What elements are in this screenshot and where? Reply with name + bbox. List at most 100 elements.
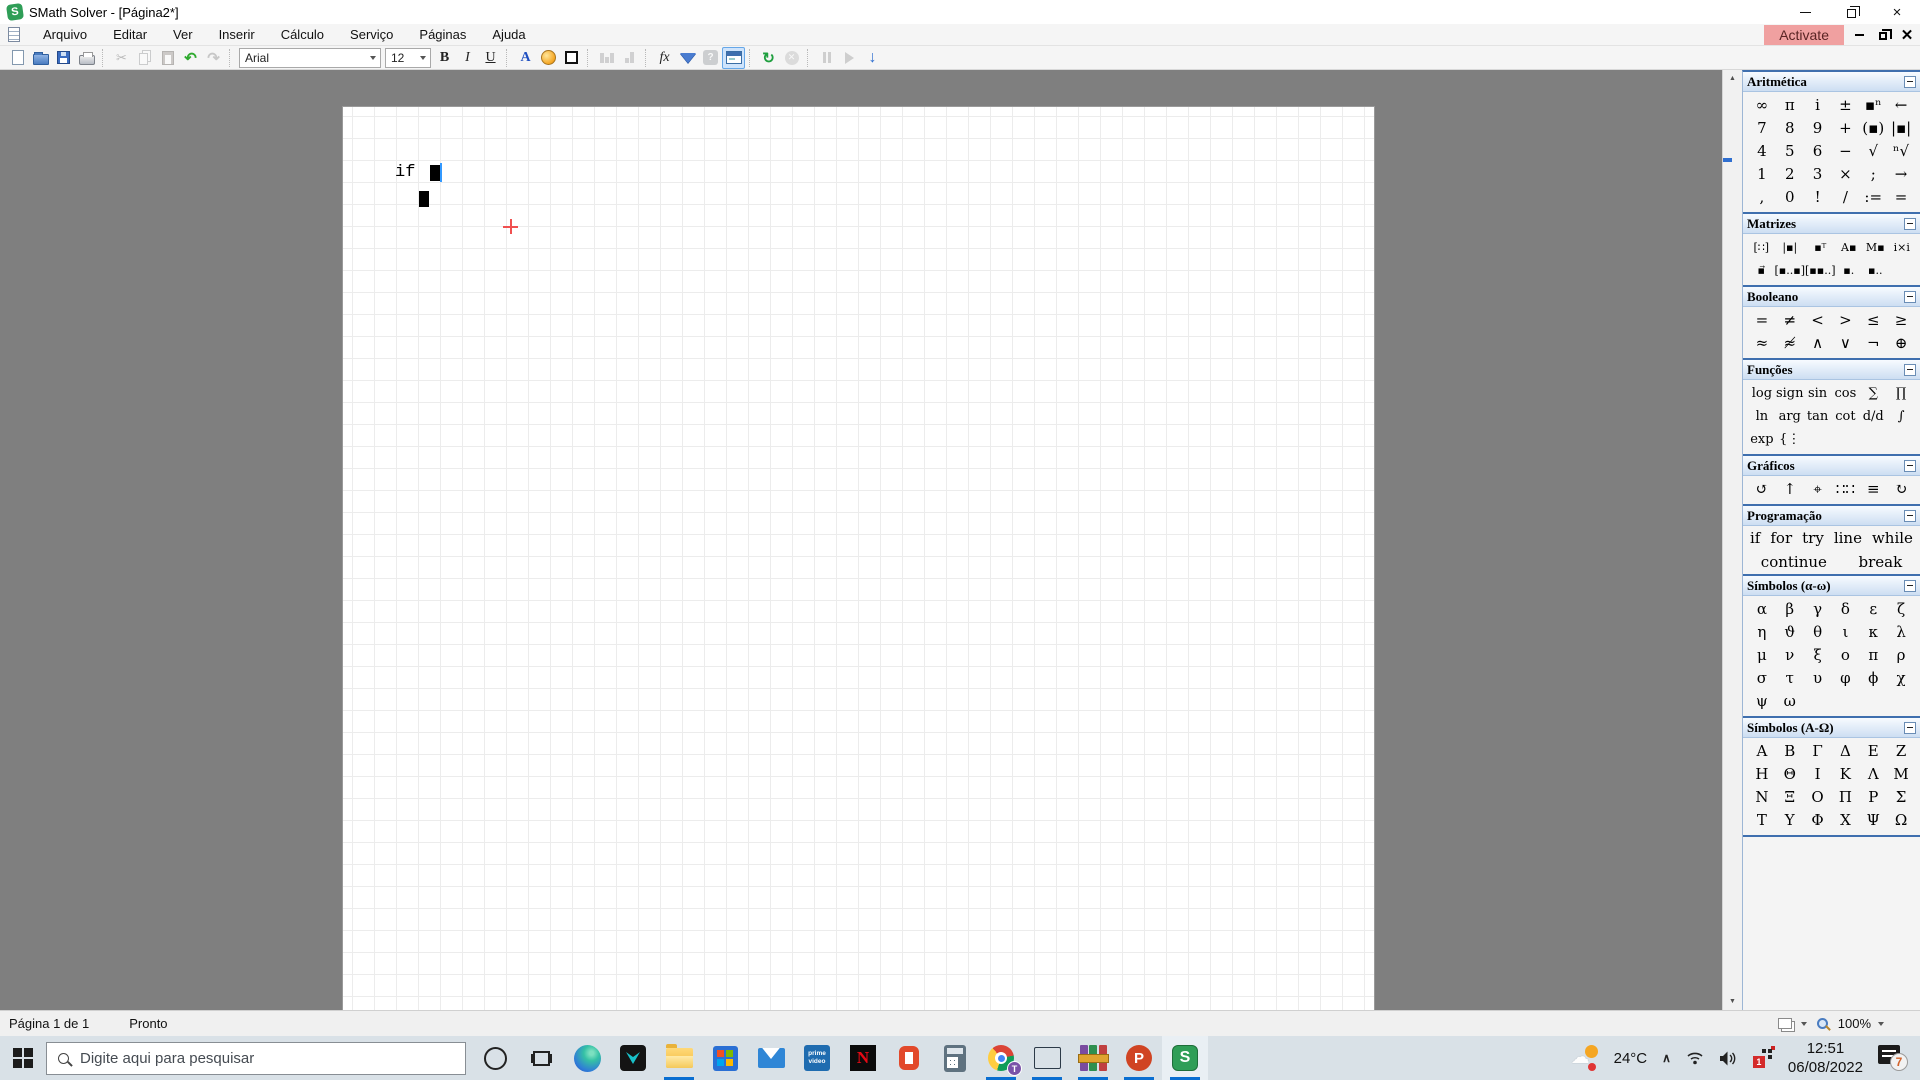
mdi-close-icon[interactable]: ✕ xyxy=(1900,28,1914,42)
align-vertical-icon[interactable] xyxy=(618,47,641,69)
symbol-button[interactable]: ∫ xyxy=(1887,405,1915,428)
greek-letter-button[interactable]: φ xyxy=(1832,667,1860,690)
panel-header[interactable]: Símbolos (Α-Ω) xyxy=(1743,718,1920,738)
panel-header[interactable]: Gráficos xyxy=(1743,456,1920,476)
menu-item[interactable]: Editar xyxy=(100,24,160,45)
taskbar-app-explorer[interactable] xyxy=(656,1036,702,1080)
panel-header[interactable]: Programação xyxy=(1743,506,1920,526)
greek-letter-button[interactable]: Τ xyxy=(1748,809,1776,832)
symbol-button[interactable]: ⊕ xyxy=(1887,332,1915,355)
greek-letter-button[interactable]: Β xyxy=(1776,740,1804,763)
greek-letter-button[interactable]: ϕ xyxy=(1859,667,1887,690)
vertical-scrollbar[interactable]: ▲ ▼ xyxy=(1722,70,1742,1010)
clock[interactable]: 12:51 06/08/2022 xyxy=(1788,1039,1863,1078)
symbol-button[interactable]: ∑ xyxy=(1859,382,1887,405)
if-keyword[interactable]: if xyxy=(395,163,415,182)
cut-button[interactable]: ✂ xyxy=(110,47,133,69)
greek-letter-button[interactable]: Ζ xyxy=(1887,740,1915,763)
symbol-button[interactable]: ≠ xyxy=(1776,309,1804,332)
symbol-button[interactable]: ∧ xyxy=(1804,332,1832,355)
taskbar-app-winrar[interactable] xyxy=(1070,1036,1116,1080)
paste-button[interactable] xyxy=(156,47,179,69)
symbol-button[interactable]: + xyxy=(1832,117,1860,140)
notification-center-button[interactable]: 7 xyxy=(1878,1045,1908,1071)
taskbar-app-movie-maker[interactable] xyxy=(1024,1036,1070,1080)
symbol-button[interactable]: ln xyxy=(1748,405,1776,428)
menu-item[interactable]: Páginas xyxy=(406,24,479,45)
menu-item[interactable]: Ver xyxy=(160,24,206,45)
panel-header[interactable]: Funções xyxy=(1743,360,1920,380)
greek-letter-button[interactable]: ζ xyxy=(1887,598,1915,621)
symbol-button[interactable]: arg xyxy=(1776,405,1804,428)
greek-letter-button[interactable]: ν xyxy=(1776,644,1804,667)
collapse-icon[interactable] xyxy=(1904,722,1916,734)
symbol-button[interactable]: 3 xyxy=(1804,163,1832,186)
redo-button[interactable]: ↷ xyxy=(202,47,225,69)
expression-placeholder[interactable] xyxy=(430,165,440,181)
symbol-button[interactable]: − xyxy=(1832,140,1860,163)
keyword-button[interactable]: break xyxy=(1854,551,1908,573)
taskbar-app-mail[interactable] xyxy=(748,1036,794,1080)
symbol-button[interactable]: ≡ xyxy=(1859,478,1887,501)
scroll-up-icon[interactable]: ▲ xyxy=(1723,70,1742,87)
font-color-button[interactable]: A xyxy=(514,47,537,69)
taskbar-app-chrome[interactable]: T xyxy=(978,1036,1024,1080)
minimize-icon[interactable] xyxy=(1782,0,1828,24)
taskbar-app-powerpoint[interactable]: P xyxy=(1116,1036,1162,1080)
print-button[interactable] xyxy=(75,47,98,69)
close-icon[interactable]: × xyxy=(1874,0,1920,24)
symbol-button[interactable]: tan xyxy=(1804,405,1832,428)
start-button[interactable] xyxy=(0,1036,46,1080)
symbol-button[interactable]: [▪▪..] xyxy=(1805,259,1836,282)
symbol-button[interactable]: [∷] xyxy=(1748,236,1775,259)
greek-letter-button[interactable]: ι xyxy=(1832,621,1860,644)
weather-icon[interactable]: ☁ xyxy=(1571,1045,1599,1071)
greek-letter-button[interactable]: Δ xyxy=(1832,740,1860,763)
greek-letter-button[interactable]: κ xyxy=(1859,621,1887,644)
collapse-icon[interactable] xyxy=(1904,76,1916,88)
symbol-button[interactable]: × xyxy=(1832,163,1860,186)
chevron-down-icon[interactable] xyxy=(1801,1022,1807,1026)
symbol-button[interactable]: ≈ xyxy=(1748,332,1776,355)
underline-button[interactable]: U xyxy=(479,47,502,69)
mdi-restore-icon[interactable] xyxy=(1876,28,1890,42)
background-color-button[interactable] xyxy=(537,47,560,69)
taskbar-app-smath[interactable]: S xyxy=(1162,1036,1208,1080)
scroll-down-icon[interactable]: ▼ xyxy=(1723,993,1742,1010)
pause-button[interactable] xyxy=(815,47,838,69)
undo-button[interactable]: ↶ xyxy=(179,47,202,69)
panel-header[interactable]: Aritmética xyxy=(1743,72,1920,92)
stop-button[interactable]: ✕ xyxy=(780,47,803,69)
symbol-button[interactable]: ↺ xyxy=(1748,478,1776,501)
symbol-button[interactable]: d/d xyxy=(1859,405,1887,428)
symbol-button[interactable]: / xyxy=(1832,186,1860,209)
symbol-button[interactable]: sign xyxy=(1776,382,1804,405)
keyword-button[interactable]: while xyxy=(1867,527,1918,549)
greek-letter-button[interactable]: υ xyxy=(1804,667,1832,690)
greek-letter-button[interactable]: Ω xyxy=(1887,809,1915,832)
menu-item[interactable]: Arquivo xyxy=(30,24,100,45)
symbol-button[interactable]: ; xyxy=(1859,163,1887,186)
symbol-button[interactable]: π xyxy=(1776,94,1804,117)
symbol-button[interactable]: {⋮ xyxy=(1776,428,1804,451)
greek-letter-button[interactable]: Ι xyxy=(1804,763,1832,786)
symbol-button[interactable]: 2 xyxy=(1776,163,1804,186)
panel-header[interactable]: Símbolos (α-ω) xyxy=(1743,576,1920,596)
tray-expand-chevron-icon[interactable]: ∧ xyxy=(1662,1051,1671,1065)
symbol-button[interactable]: ⌖ xyxy=(1804,478,1832,501)
symbol-button[interactable]: = xyxy=(1887,186,1915,209)
border-button[interactable] xyxy=(560,47,583,69)
symbol-button[interactable]: 1 xyxy=(1748,163,1776,186)
restore-icon[interactable] xyxy=(1828,0,1874,24)
greek-letter-button[interactable]: Ρ xyxy=(1859,786,1887,809)
symbol-button[interactable]: ! xyxy=(1804,186,1832,209)
symbol-button[interactable]: i×i xyxy=(1889,236,1916,259)
symbol-button[interactable]: 4 xyxy=(1748,140,1776,163)
greek-letter-button[interactable]: λ xyxy=(1887,621,1915,644)
greek-letter-button[interactable]: Σ xyxy=(1887,786,1915,809)
symbol-button[interactable]: ± xyxy=(1832,94,1860,117)
symbol-button[interactable]: ∨ xyxy=(1832,332,1860,355)
activate-button[interactable]: Activate xyxy=(1764,25,1844,45)
symbol-button[interactable]: √ xyxy=(1859,140,1887,163)
greek-letter-button[interactable]: ο xyxy=(1832,644,1860,667)
